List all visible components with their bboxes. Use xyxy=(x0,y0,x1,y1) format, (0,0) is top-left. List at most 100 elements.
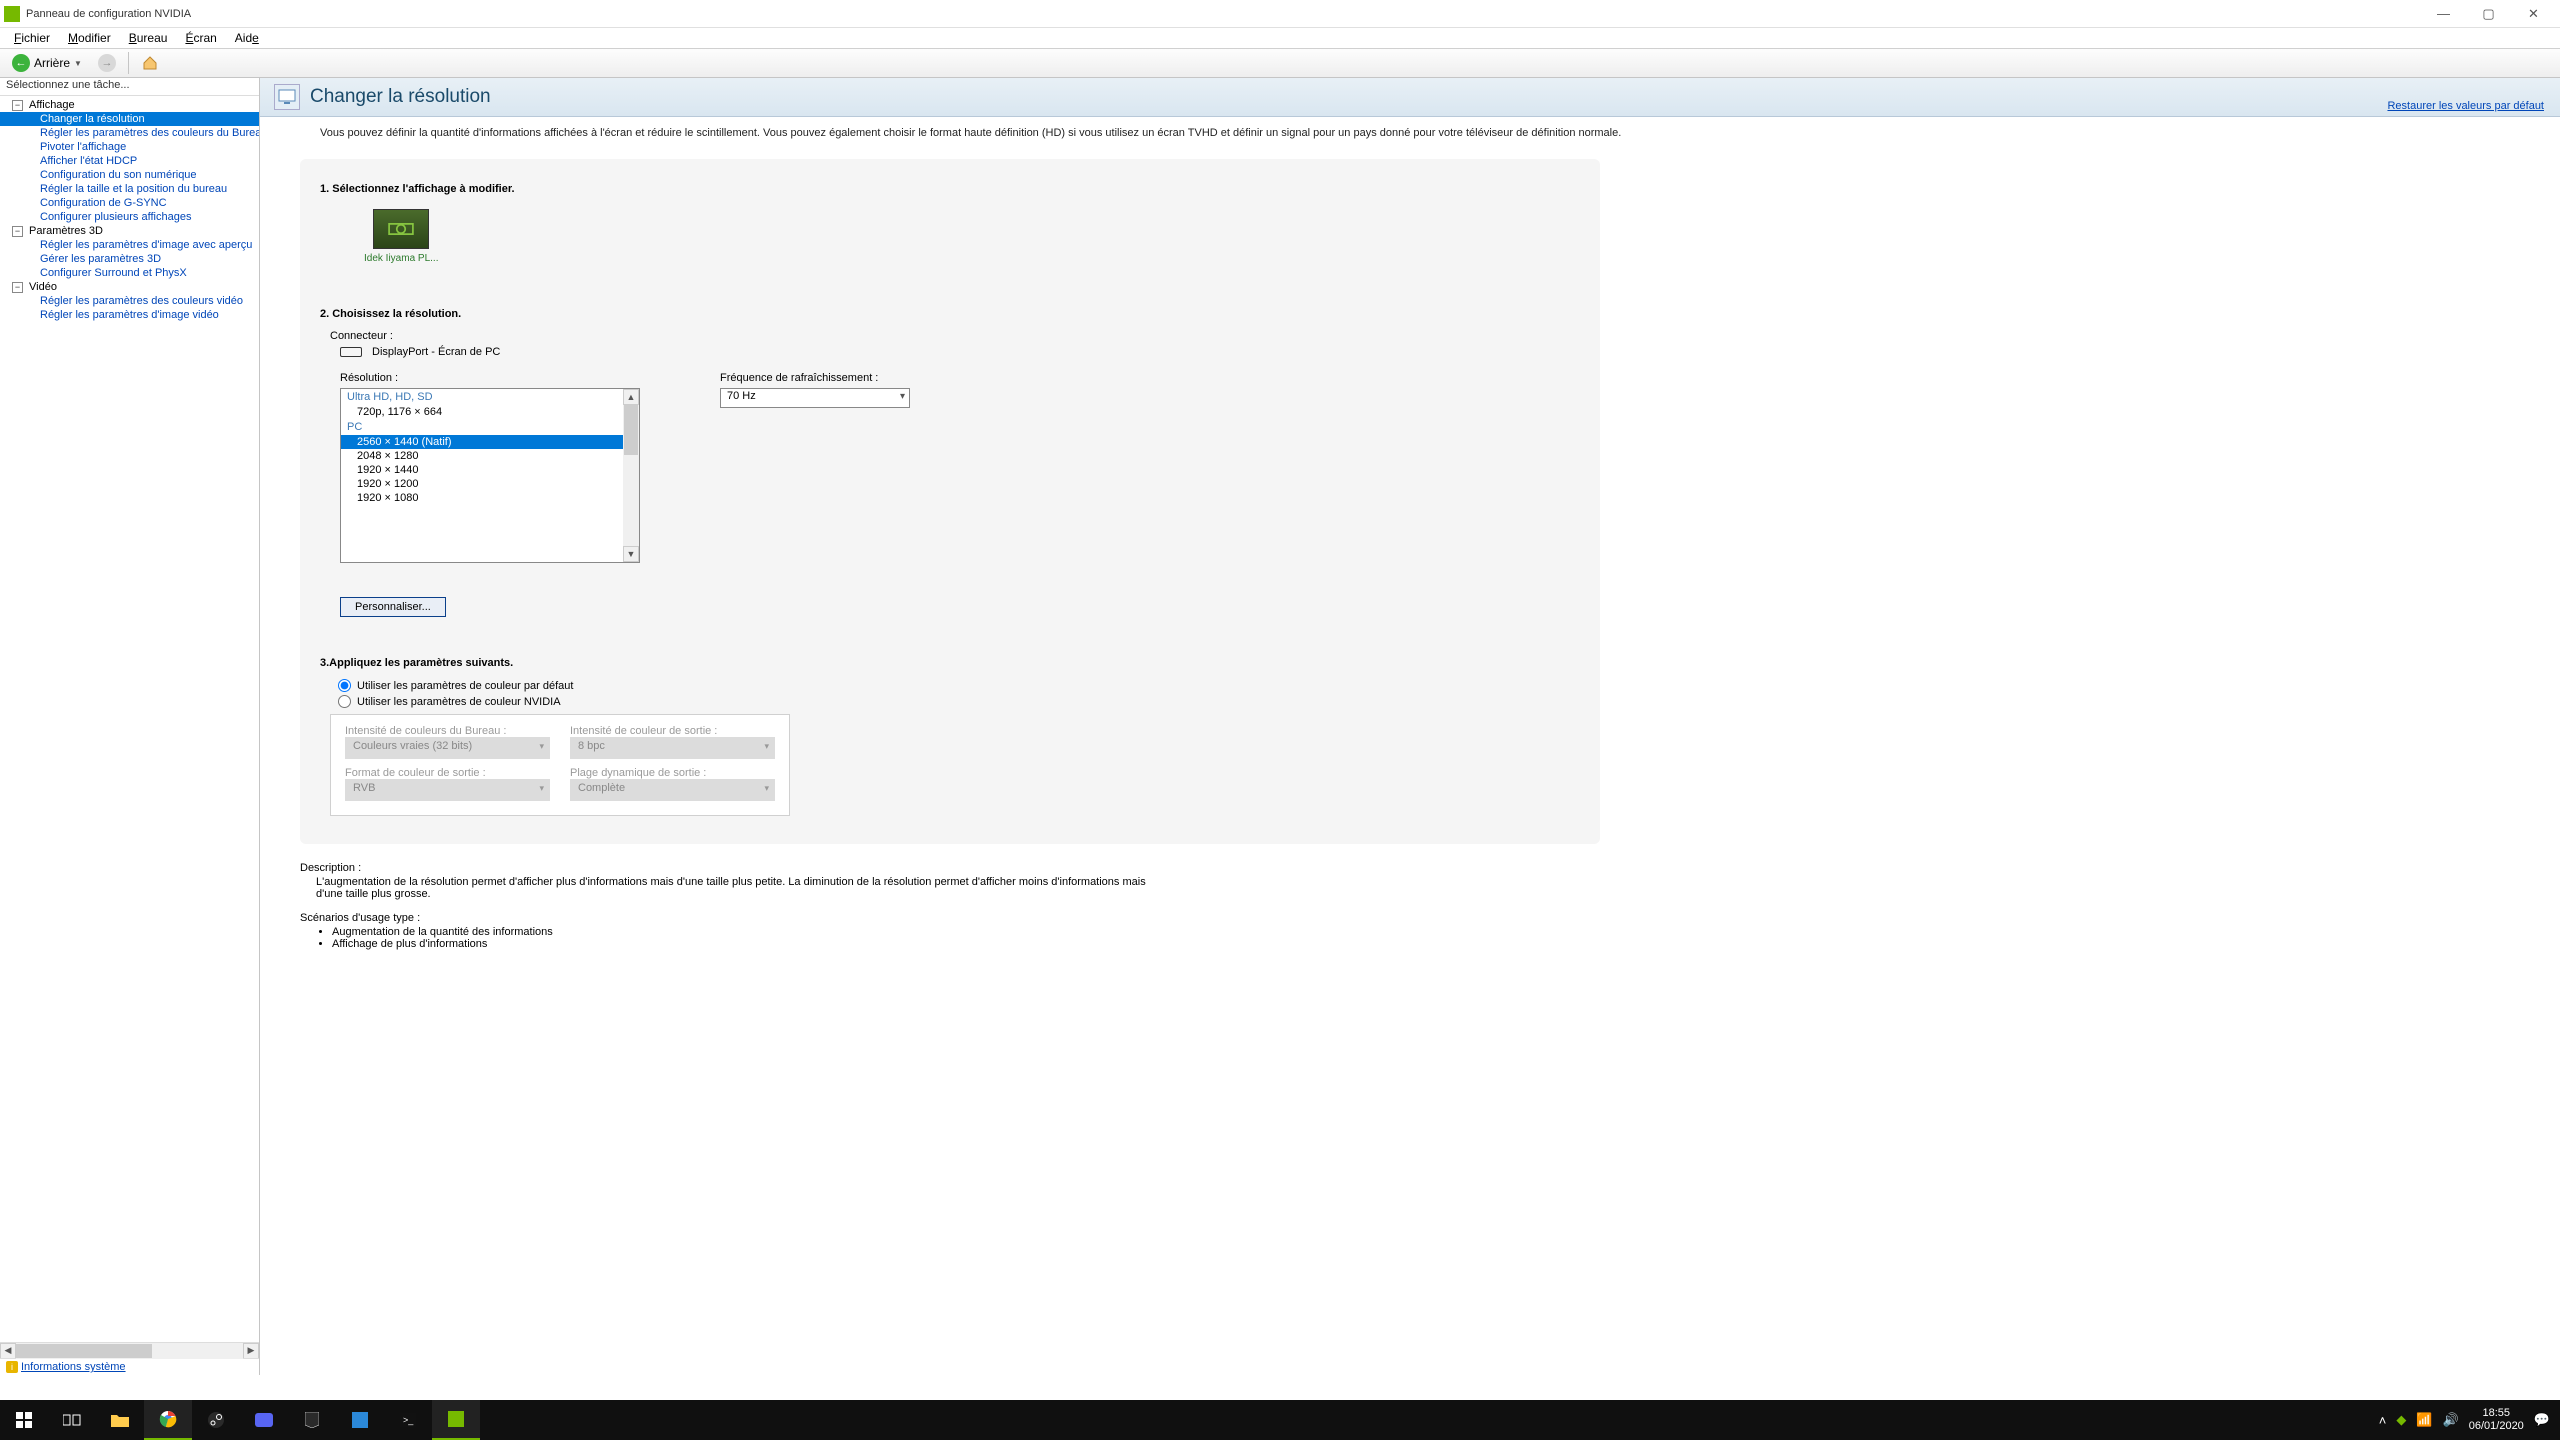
dynamic-range-combo: Complète xyxy=(570,779,775,801)
usage-item: Augmentation de la quantité des informat… xyxy=(332,926,2530,938)
start-button[interactable] xyxy=(0,1400,48,1440)
page-description: Vous pouvez définir la quantité d'inform… xyxy=(260,117,2560,149)
output-format-combo: RVB xyxy=(345,779,550,801)
task-view-button[interactable] xyxy=(48,1400,96,1440)
refresh-label: Fréquence de rafraîchissement : xyxy=(720,372,910,384)
tree-item[interactable]: Régler les paramètres d'image vidéo xyxy=(0,308,259,322)
tree-item[interactable]: Configuration de G-SYNC xyxy=(0,196,259,210)
tree-toggle-icon[interactable]: − xyxy=(12,100,23,111)
tray-chevron-icon[interactable]: ˄ xyxy=(2379,1413,2387,1428)
svg-text:>_: >_ xyxy=(403,1415,414,1425)
chrome-icon[interactable] xyxy=(144,1400,192,1440)
desktop-depth-combo: Couleurs vraies (32 bits) xyxy=(345,737,550,759)
scroll-right-icon[interactable]: ▶ xyxy=(243,1343,259,1359)
display-tile[interactable]: Idek Iiyama PL... xyxy=(360,205,442,268)
scroll-down-icon[interactable]: ▼ xyxy=(623,546,639,562)
menu-desktop[interactable]: Bureau xyxy=(121,30,176,46)
displayport-icon xyxy=(340,347,362,357)
maximize-button[interactable]: ▢ xyxy=(2466,0,2511,28)
steam-icon[interactable] xyxy=(192,1400,240,1440)
tree-item[interactable]: Gérer les paramètres 3D xyxy=(0,252,259,266)
restore-defaults-link[interactable]: Restaurer les valeurs par défaut xyxy=(2387,100,2544,112)
connector-label: Connecteur : xyxy=(330,330,1580,342)
tree-item[interactable]: Régler les paramètres d'image avec aperç… xyxy=(0,238,259,252)
color-settings-panel: Intensité de couleurs du Bureau : Couleu… xyxy=(330,714,790,816)
step2-heading: 2. Choisissez la résolution. xyxy=(320,308,1580,320)
menu-file[interactable]: Fichier xyxy=(6,30,58,46)
output-depth-combo: 8 bpc xyxy=(570,737,775,759)
app-icon-1[interactable] xyxy=(336,1400,384,1440)
minimize-button[interactable]: — xyxy=(2421,0,2466,28)
sidebar-footer: iInformations système xyxy=(0,1358,259,1375)
radio-nvidia-color[interactable]: Utiliser les paramètres de couleur NVIDI… xyxy=(338,695,1580,708)
resolution-group: PC xyxy=(341,419,623,435)
tree-toggle-icon[interactable]: − xyxy=(12,226,23,237)
discord-icon[interactable] xyxy=(240,1400,288,1440)
menu-help[interactable]: Aide xyxy=(227,30,267,46)
tray-notifications-icon[interactable]: 💬 xyxy=(2534,1412,2550,1428)
content-pane: Changer la résolution Restaurer les vale… xyxy=(260,78,2560,1375)
tray-clock[interactable]: 18:55 06/01/2020 xyxy=(2469,1407,2524,1433)
resolution-item[interactable]: 2560 × 1440 (Natif) xyxy=(341,435,623,449)
listbox-v-scrollbar[interactable]: ▲ ▼ xyxy=(623,389,639,562)
task-tree[interactable]: −AffichageChanger la résolutionRégler le… xyxy=(0,96,259,1342)
file-explorer-icon[interactable] xyxy=(96,1400,144,1440)
tree-group[interactable]: −Vidéo xyxy=(0,280,259,294)
tray-network-icon[interactable]: 📶 xyxy=(2416,1412,2432,1428)
back-button[interactable]: ← Arrière ▼ xyxy=(6,52,88,74)
nvidia-icon xyxy=(4,6,20,22)
refresh-combo[interactable]: 70 Hz xyxy=(720,388,910,408)
dynamic-range-label: Plage dynamique de sortie : xyxy=(570,767,775,779)
radio-nvidia-color-label: Utiliser les paramètres de couleur NVIDI… xyxy=(357,696,561,708)
monitor-icon xyxy=(373,209,429,249)
nvidia-control-panel-icon[interactable] xyxy=(432,1400,480,1440)
tree-item[interactable]: Pivoter l'affichage xyxy=(0,140,259,154)
terminal-icon[interactable]: >_ xyxy=(384,1400,432,1440)
tree-toggle-icon[interactable]: − xyxy=(12,282,23,293)
tree-item[interactable]: Régler la taille et la position du burea… xyxy=(0,182,259,196)
forward-button[interactable]: → xyxy=(92,52,122,74)
tray-nvidia-icon[interactable]: ◆ xyxy=(2396,1412,2406,1428)
forward-arrow-icon: → xyxy=(98,54,116,72)
sidebar-header: Sélectionnez une tâche... xyxy=(0,78,259,96)
back-dropdown-icon[interactable]: ▼ xyxy=(74,59,82,68)
close-button[interactable]: ✕ xyxy=(2511,0,2556,28)
tree-group[interactable]: −Affichage xyxy=(0,98,259,112)
customize-button[interactable]: Personnaliser... xyxy=(340,597,446,617)
menu-screen[interactable]: Écran xyxy=(177,30,224,46)
tree-item[interactable]: Configurer plusieurs affichages xyxy=(0,210,259,224)
usage-heading: Scénarios d'usage type : xyxy=(300,912,2530,924)
resolution-label: Résolution : xyxy=(340,372,640,384)
menu-edit[interactable]: Modifier xyxy=(60,30,119,46)
usage-item: Affichage de plus d'informations xyxy=(332,938,2530,950)
tray-time: 18:55 xyxy=(2469,1407,2524,1420)
tree-item[interactable]: Changer la résolution xyxy=(0,112,259,126)
scroll-up-icon[interactable]: ▲ xyxy=(623,389,639,405)
resolution-item[interactable]: 1920 × 1440 xyxy=(341,463,623,477)
scroll-left-icon[interactable]: ◀ xyxy=(0,1343,16,1359)
output-format-label: Format de couleur de sortie : xyxy=(345,767,550,779)
resolution-item[interactable]: 1920 × 1080 xyxy=(341,491,623,505)
system-tray: ˄ ◆ 📶 🔊 18:55 06/01/2020 💬 xyxy=(2369,1400,2560,1440)
toolbar-separator xyxy=(128,52,129,74)
radio-default-color[interactable]: Utiliser les paramètres de couleur par d… xyxy=(338,679,1580,692)
radio-nvidia-color-input[interactable] xyxy=(338,695,351,708)
tree-item[interactable]: Régler les paramètres des couleurs du Bu… xyxy=(0,126,259,140)
sidebar-h-scrollbar[interactable]: ◀ ▶ xyxy=(0,1342,259,1358)
home-button[interactable] xyxy=(135,52,165,74)
tray-volume-icon[interactable]: 🔊 xyxy=(2443,1412,2459,1428)
tree-group[interactable]: −Paramètres 3D xyxy=(0,224,259,238)
step1-heading: 1. Sélectionnez l'affichage à modifier. xyxy=(320,183,1580,195)
resolution-item[interactable]: 720p, 1176 × 664 xyxy=(341,405,623,419)
resolution-item[interactable]: 1920 × 1200 xyxy=(341,477,623,491)
epic-icon[interactable] xyxy=(288,1400,336,1440)
radio-default-color-input[interactable] xyxy=(338,679,351,692)
resolution-item[interactable]: 2048 × 1280 xyxy=(341,449,623,463)
resolution-listbox[interactable]: Ultra HD, HD, SD720p, 1176 × 664PC2560 ×… xyxy=(340,388,640,563)
tree-item[interactable]: Afficher l'état HDCP xyxy=(0,154,259,168)
tree-item[interactable]: Configuration du son numérique xyxy=(0,168,259,182)
tree-item[interactable]: Configurer Surround et PhysX xyxy=(0,266,259,280)
tree-item[interactable]: Régler les paramètres des couleurs vidéo xyxy=(0,294,259,308)
description-heading: Description : xyxy=(300,862,2530,874)
system-info-link[interactable]: iInformations système xyxy=(6,1361,126,1373)
